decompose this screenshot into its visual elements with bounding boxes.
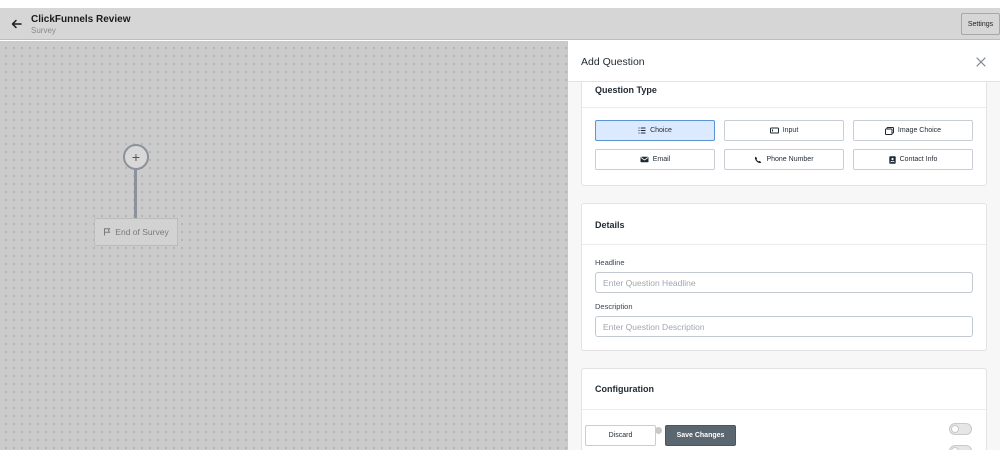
save-changes-button[interactable]: Save Changes [665,425,736,446]
type-image-choice-button[interactable]: Image Choice [853,120,973,141]
headline-label: Headline [595,258,625,267]
type-choice-label: Choice [650,127,672,134]
details-header: Details [582,204,986,245]
flow-connector [134,170,137,218]
panel-header: Add Question [568,41,1000,82]
survey-canvas[interactable]: + End of Survey [0,41,567,450]
question-type-card: Question Type Choice Input Image Choice … [581,82,987,186]
config-toggle[interactable] [949,423,972,435]
toggle-knob [951,425,959,433]
close-icon [976,57,986,67]
type-input-button[interactable]: Input [724,120,844,141]
settings-button[interactable]: Settings [961,13,1000,35]
end-node-label: End of Survey [115,227,169,237]
page-title: ClickFunnels Review [31,14,131,25]
type-choice-button[interactable]: Choice [595,120,715,141]
description-label: Description [595,302,633,311]
type-phone-number-button[interactable]: Phone Number [724,149,844,170]
details-title: Details [595,220,625,230]
list-icon [638,127,646,134]
back-button[interactable] [6,15,26,33]
add-step-button[interactable]: + [123,144,149,170]
configuration-header: Configuration [582,369,986,410]
arrow-left-icon [11,19,22,29]
details-card: Details Headline Description [581,203,987,351]
type-input-label: Input [782,127,799,134]
type-image-choice-label: Image Choice [897,127,942,134]
config-toggle-secondary[interactable] [949,445,972,450]
type-contact-info-label: Contact Info [899,156,938,163]
description-input[interactable] [595,316,973,337]
app-header: ClickFunnels Review Survey Settings [0,8,1000,40]
type-contact-info-button[interactable]: Contact Info [853,149,973,170]
page-subtitle: Survey [31,26,56,35]
question-type-title: Question Type [595,85,657,95]
panel-title: Add Question [581,56,645,68]
type-email-label: Email [652,156,671,163]
flag-icon [103,228,111,236]
configuration-title: Configuration [595,384,654,394]
discard-button[interactable]: Discard [585,425,656,446]
end-of-survey-node[interactable]: End of Survey [94,218,178,246]
top-strip [0,0,1000,8]
status-dot [655,427,662,434]
close-panel-button[interactable] [973,54,989,70]
input-icon [769,127,779,134]
image-icon [884,126,894,135]
headline-input[interactable] [595,272,973,293]
phone-icon [754,156,762,164]
question-type-header: Question Type [582,82,986,108]
email-icon [640,156,649,163]
add-question-panel: Add Question Question Type Choice Input [567,41,1000,450]
type-email-button[interactable]: Email [595,149,715,170]
contact-card-icon [888,155,896,164]
type-phone-number-label: Phone Number [766,156,814,163]
